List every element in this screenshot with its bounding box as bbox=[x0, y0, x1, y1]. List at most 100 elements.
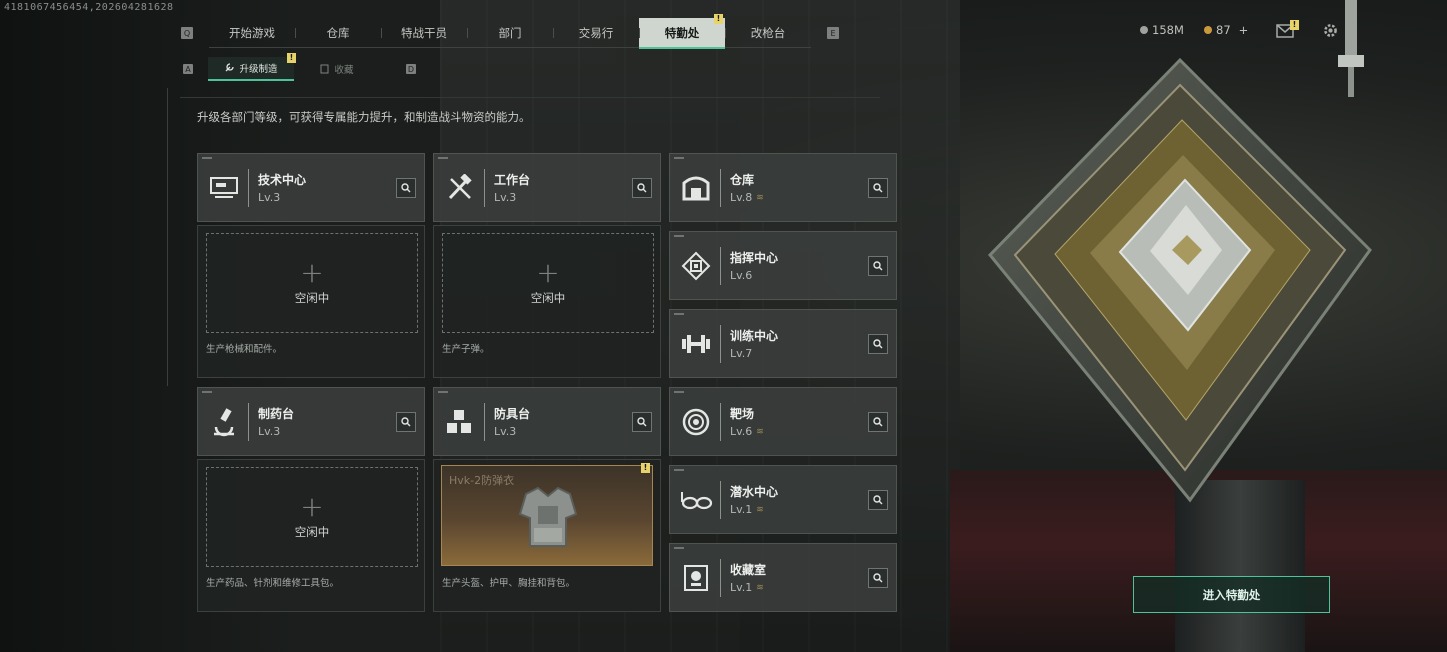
facility-name: 仓库 bbox=[730, 173, 755, 187]
tab-warehouse[interactable]: 仓库 bbox=[295, 18, 381, 48]
facility-level: Lv.7 bbox=[730, 347, 753, 360]
facility-card-diving-center[interactable]: 潜水中心 Lv.1 ≋ bbox=[669, 465, 897, 534]
magnifier-icon bbox=[401, 417, 411, 427]
tab-operators[interactable]: 特战干员 bbox=[381, 18, 467, 48]
inspect-button[interactable] bbox=[868, 568, 888, 588]
facility-level: Lv.6 bbox=[730, 425, 753, 438]
card-separator bbox=[720, 168, 721, 207]
facility-name: 潜水中心 bbox=[730, 485, 779, 499]
subnav-next-key[interactable]: D bbox=[406, 64, 416, 74]
facility-level-row: Lv.6 ≋ bbox=[730, 425, 764, 438]
facility-level: Lv.3 bbox=[258, 191, 281, 204]
mail-badge: ! bbox=[1290, 20, 1299, 30]
facility-card-training-center[interactable]: 训练中心 Lv.7 bbox=[669, 309, 897, 378]
gold-amount: 87 bbox=[1216, 23, 1231, 37]
facility-level: Lv.3 bbox=[494, 191, 517, 204]
production-slot[interactable]: + 空闲中 生产子弹。 bbox=[433, 225, 661, 378]
warehouse-icon bbox=[672, 165, 720, 211]
empty-slot-area[interactable]: + 空闲中 bbox=[206, 233, 418, 333]
card-separator bbox=[248, 402, 249, 441]
empty-slot-area[interactable]: + 空闲中 bbox=[206, 467, 418, 567]
gold-coin-icon bbox=[1204, 26, 1212, 34]
inspect-button[interactable] bbox=[868, 334, 888, 354]
facility-name: 收藏室 bbox=[730, 563, 767, 577]
add-icon: + bbox=[300, 256, 324, 289]
notification-badge: ! bbox=[714, 13, 723, 24]
subtab-upgrade-craft-label: 升级制造 bbox=[239, 64, 278, 75]
crafting-item-armor[interactable]: Hvk-2防弹衣 ! bbox=[441, 463, 653, 566]
facility-name: 技术中心 bbox=[258, 173, 307, 187]
production-slot[interactable]: + 空闲中 生产药品、针剂和维修工具包。 bbox=[197, 459, 425, 612]
tab-trading[interactable]: 交易行 bbox=[553, 18, 639, 48]
inspect-button[interactable] bbox=[868, 256, 888, 276]
settings-gear-icon[interactable] bbox=[1322, 22, 1339, 39]
inspect-button[interactable] bbox=[868, 412, 888, 432]
dumbbell-icon bbox=[672, 321, 720, 367]
magnifier-icon bbox=[401, 183, 411, 193]
inspect-button[interactable] bbox=[632, 178, 652, 198]
facility-card-collection-room[interactable]: 收藏室 Lv.1 ≋ bbox=[669, 543, 897, 612]
facility-card-armor-bench[interactable]: 防具台 Lv.3 bbox=[433, 387, 661, 456]
tab-start-game[interactable]: 开始游戏 bbox=[209, 18, 295, 48]
add-icon: + bbox=[300, 490, 324, 523]
facility-level: Lv.3 bbox=[258, 425, 281, 438]
subtab-collection[interactable]: 收藏 bbox=[294, 57, 380, 81]
body-armor-icon bbox=[518, 486, 578, 547]
facility-level-row: Lv.1 ≋ bbox=[730, 581, 766, 594]
magnifier-icon bbox=[873, 495, 883, 505]
tab-department[interactable]: 部门 bbox=[467, 18, 553, 48]
card-separator bbox=[720, 480, 721, 519]
session-id: 4181067456454,202604281628 bbox=[4, 2, 174, 13]
inspect-button[interactable] bbox=[632, 412, 652, 432]
subtab-upgrade-craft[interactable]: 升级制造 ! bbox=[208, 53, 296, 81]
card-separator bbox=[484, 402, 485, 441]
production-slot[interactable]: + 空闲中 生产枪械和配件。 bbox=[197, 225, 425, 378]
facility-cube-artwork bbox=[987, 57, 1372, 503]
magnifier-icon bbox=[873, 339, 883, 349]
add-gold-button[interactable]: + bbox=[1239, 23, 1249, 37]
facility-name: 制药台 bbox=[258, 407, 295, 421]
nav-next-key[interactable]: E bbox=[827, 27, 839, 39]
side-divider bbox=[167, 88, 168, 386]
facility-card-tech-center[interactable]: 技术中心 Lv.3 bbox=[197, 153, 425, 222]
inspect-button[interactable] bbox=[868, 178, 888, 198]
tools-icon bbox=[436, 165, 484, 211]
facility-level: Lv.8 bbox=[730, 191, 753, 204]
tab-gunsmith[interactable]: 改枪台 bbox=[725, 18, 811, 48]
inspect-button[interactable] bbox=[396, 412, 416, 432]
silver-coin-icon bbox=[1140, 26, 1148, 34]
facility-level-row: Lv.8 ≋ bbox=[730, 191, 764, 204]
tab-special-ops-label: 特勤处 bbox=[664, 25, 700, 40]
nav-prev-key[interactable]: Q bbox=[181, 27, 193, 39]
card-separator bbox=[484, 168, 485, 207]
silver-currency: 158M bbox=[1140, 23, 1184, 37]
facility-level: Lv.6 bbox=[730, 269, 753, 282]
sub-nav: A 升级制造 ! 收藏 D bbox=[183, 53, 416, 81]
inspect-button[interactable] bbox=[396, 178, 416, 198]
computer-icon bbox=[200, 165, 248, 211]
enter-special-ops-button[interactable]: 进入特勤处 bbox=[1133, 576, 1330, 613]
silver-amount: 158M bbox=[1152, 23, 1184, 37]
goggles-icon bbox=[672, 477, 720, 523]
crafting-item-name: Hvk-2防弹衣 bbox=[449, 474, 515, 487]
slot-status: 空闲中 bbox=[294, 291, 330, 305]
empty-slot-area[interactable]: + 空闲中 bbox=[442, 233, 654, 333]
facility-card-pharmacy[interactable]: 制药台 Lv.3 bbox=[197, 387, 425, 456]
collection-icon bbox=[320, 64, 329, 74]
upgrade-arrow-icon: ≋ bbox=[756, 582, 764, 593]
card-separator bbox=[248, 168, 249, 207]
facility-card-command-center[interactable]: 指挥中心 Lv.6 bbox=[669, 231, 897, 300]
slot-caption: 生产枪械和配件。 bbox=[206, 344, 283, 355]
tab-special-ops[interactable]: 特勤处 ! bbox=[639, 13, 725, 49]
facility-name: 训练中心 bbox=[730, 329, 779, 343]
facility-card-warehouse[interactable]: 仓库 Lv.8 ≋ bbox=[669, 153, 897, 222]
nav-tabs: 开始游戏 仓库 特战干员 部门 交易行 特勤处 ! 改枪台 bbox=[209, 13, 811, 49]
facility-level: Lv.1 bbox=[730, 581, 753, 594]
gold-currency[interactable]: 87 + bbox=[1204, 23, 1248, 37]
subnav-prev-key[interactable]: A bbox=[183, 64, 193, 74]
facility-card-shooting-range[interactable]: 靶场 Lv.6 ≋ bbox=[669, 387, 897, 456]
facility-card-workbench[interactable]: 工作台 Lv.3 bbox=[433, 153, 661, 222]
inspect-button[interactable] bbox=[868, 490, 888, 510]
facility-level: Lv.1 bbox=[730, 503, 753, 516]
upgrade-arrow-icon: ≋ bbox=[756, 192, 764, 203]
